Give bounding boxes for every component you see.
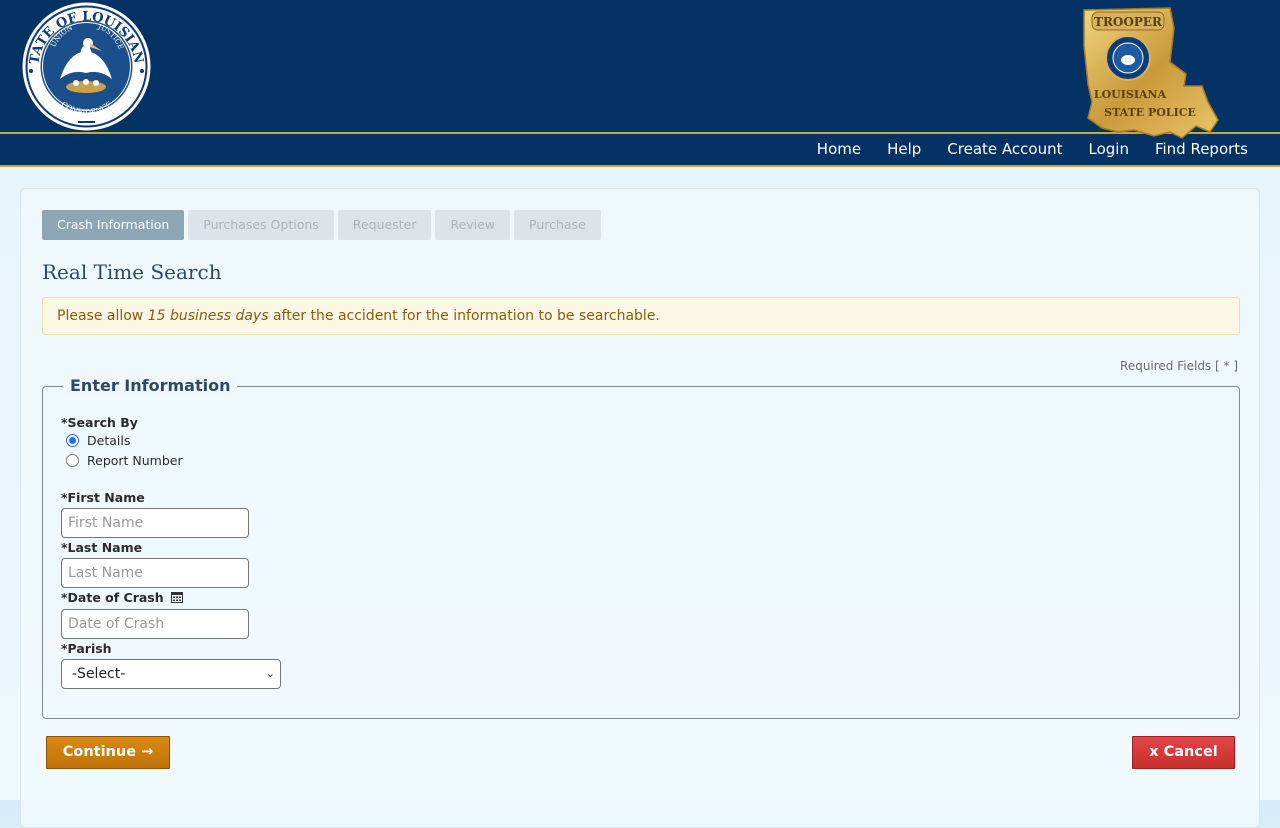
radio-details[interactable]: [66, 434, 79, 447]
page-title: Real Time Search: [42, 260, 222, 284]
main-nav: Home Help Create Account Login Find Repo…: [791, 134, 1248, 165]
nav-create-account[interactable]: Create Account: [947, 134, 1062, 165]
radio-report-number-label[interactable]: Report Number: [87, 453, 183, 468]
nav-help[interactable]: Help: [887, 134, 921, 165]
step-requester: Requester: [337, 210, 432, 240]
date-of-crash-label: *Date of Crash: [61, 590, 164, 605]
step-review: Review: [435, 210, 510, 240]
radio-details-label[interactable]: Details: [87, 433, 130, 448]
radio-report-number[interactable]: [66, 454, 79, 467]
alert-prefix: Please allow: [57, 308, 148, 324]
search-by-label: *Search By: [61, 415, 138, 430]
date-of-crash-input[interactable]: Date of Crash: [61, 609, 249, 639]
date-of-crash-label-row: *Date of Crash: [61, 590, 184, 605]
step-purchase: Purchase: [514, 210, 601, 240]
cancel-button[interactable]: x Cancel: [1132, 736, 1235, 769]
alert-emphasis: 15 business days: [147, 308, 269, 324]
wizard-steps: Crash Information Purchases Options Requ…: [42, 210, 601, 240]
last-name-input[interactable]: Last Name: [61, 558, 249, 588]
nav-home[interactable]: Home: [817, 134, 861, 165]
continue-button[interactable]: Continue →: [46, 736, 170, 769]
site-header: STATE OF LOUISIANA UNION JUSTICE CONFIDE…: [0, 0, 1280, 167]
svg-text:TROOPER: TROOPER: [1094, 15, 1163, 29]
radio-report-number-row[interactable]: Report Number: [66, 453, 183, 468]
svg-text:LOUISIANA: LOUISIANA: [1094, 88, 1167, 101]
enter-information-fieldset: Enter Information *Search By Details Rep…: [42, 376, 1240, 719]
state-police-badge-logo: TROOPER LOUISIANA STATE POLICE: [1083, 7, 1219, 139]
info-alert: Please allow 15 business days after the …: [42, 297, 1240, 335]
calendar-icon: [171, 592, 184, 603]
parish-select-value: -Select-: [72, 666, 126, 682]
step-purchases-options: Purchases Options: [188, 210, 334, 240]
first-name-input[interactable]: First Name: [61, 508, 249, 538]
last-name-label: *Last Name: [61, 540, 143, 555]
nav-find-reports[interactable]: Find Reports: [1155, 134, 1248, 165]
alert-suffix: after the accident for the information t…: [268, 308, 660, 324]
fieldset-legend: Enter Information: [63, 376, 238, 395]
parish-label: *Parish: [61, 641, 112, 656]
svg-text:STATE POLICE: STATE POLICE: [1104, 106, 1196, 119]
radio-details-row[interactable]: Details: [66, 433, 130, 448]
nav-login[interactable]: Login: [1088, 134, 1128, 165]
required-fields-note: Required Fields [ * ]: [1120, 359, 1238, 373]
step-crash-information[interactable]: Crash Information: [42, 210, 185, 240]
nav-gold-line: [0, 165, 1280, 167]
first-name-label: *First Name: [61, 490, 145, 505]
search-card: Crash Information Purchases Options Requ…: [20, 188, 1260, 828]
parish-select[interactable]: -Select- ⌄: [61, 659, 281, 689]
chevron-down-icon: ⌄: [265, 667, 275, 680]
louisiana-state-seal-logo: STATE OF LOUISIANA UNION JUSTICE CONFIDE…: [20, 1, 151, 131]
